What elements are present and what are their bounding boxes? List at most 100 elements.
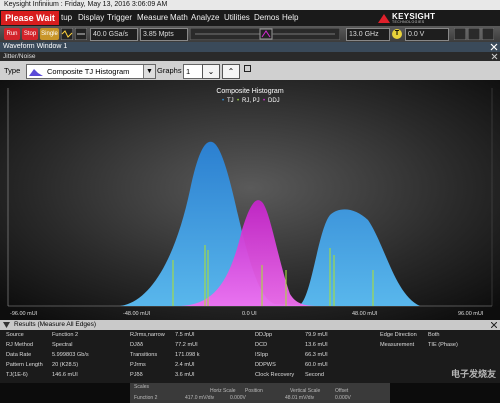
histogram-icon	[29, 69, 43, 76]
stop-button[interactable]: Stop	[22, 28, 38, 40]
scales-header: Vertical Scale	[290, 388, 321, 394]
result-value: 146.6 mUI	[52, 372, 78, 378]
type-select[interactable]: Composite TJ Histogram ▼	[26, 64, 156, 79]
scales-header: Position	[245, 388, 263, 394]
collapse-icon[interactable]	[3, 322, 10, 328]
result-label: DDPWS	[255, 362, 276, 368]
result-label: Edge Direction	[380, 332, 417, 338]
composite-histogram-plot: Composite Histogram • TJ • RJ, PJ • DDJ …	[0, 80, 500, 320]
result-label: DDJpp	[255, 332, 273, 338]
chevron-down-button[interactable]: ⌄	[202, 64, 220, 79]
scales-value: 417.0 mV/div	[185, 395, 215, 401]
waveform-window-title: Waveform Window 1	[3, 43, 68, 50]
scales-row-label: Function 2	[134, 395, 158, 401]
result-value: 2.4 mUI	[175, 362, 195, 368]
result-value: 171.098 k	[175, 352, 200, 358]
result-value: 3.6 mUI	[175, 372, 195, 378]
waveform-icon[interactable]	[61, 28, 73, 40]
graphs-label: Graphs	[157, 66, 182, 75]
result-label: TJ(1E-6)	[6, 372, 28, 378]
legend-ddj-marker: •	[263, 98, 265, 104]
menu-help[interactable]: Help	[282, 10, 298, 26]
x-tick-label: -96.00 mUI	[10, 311, 38, 317]
result-value: 60.0 mUI	[305, 362, 328, 368]
results-table: Source Function 2 RJ Method Spectral Dat…	[0, 330, 500, 383]
menu-measure[interactable]: Measure	[137, 10, 168, 26]
menu-bar: Please Wait tup Display Trigger Measure …	[0, 10, 500, 26]
menu-demos[interactable]: Demos	[254, 10, 279, 26]
menu-display[interactable]: Display	[78, 10, 104, 26]
result-label: PJδδ	[130, 372, 143, 378]
chevron-down-icon: ⌄	[207, 67, 215, 76]
result-label: RJ Method	[6, 342, 34, 348]
scales-value: 48.01 mV/div	[285, 395, 315, 401]
results-header: Results (Measure All Edges)	[0, 320, 500, 330]
x-tick-label: 48.00 mUI	[352, 311, 378, 317]
toolbar: Run Stop Single 40.0 GSa/s 3.85 Mpts 13.…	[0, 26, 500, 42]
jitter-noise-label: Jitter/Noise	[3, 53, 36, 60]
window-controls[interactable]	[454, 28, 494, 40]
legend-ddj: DDJ	[268, 98, 280, 104]
scales-header: Horiz Scale	[210, 388, 236, 394]
result-value: 7.5 mUI	[175, 332, 195, 338]
scales-panel: Scales Horiz Scale Position Vertical Sca…	[130, 383, 390, 403]
x-tick-label: 96.00 mUI	[458, 311, 484, 317]
result-value: 77.2 mUI	[175, 342, 198, 348]
window-title: Keysight Infiniium : Friday, May 13, 201…	[4, 1, 168, 8]
trigger-level-display[interactable]: 0.0 V	[405, 28, 449, 41]
legend-rjpj-marker: •	[237, 98, 239, 104]
menu-math[interactable]: Math	[170, 10, 188, 26]
result-label: Source	[6, 332, 24, 338]
jitter-noise-header: Jitter/Noise	[0, 52, 500, 61]
result-label: Transitions	[130, 352, 158, 358]
result-value: 5.999803 Gb/s	[52, 352, 89, 358]
result-label: Measurement	[380, 342, 415, 348]
result-value: 66.3 mUI	[305, 352, 328, 358]
scales-title: Scales	[134, 384, 150, 390]
memory-depth-display[interactable]: 3.85 Mpts	[140, 28, 188, 41]
close-icon[interactable]	[490, 43, 498, 51]
menu-trigger[interactable]: Trigger	[107, 10, 132, 26]
close-icon[interactable]	[491, 322, 497, 328]
result-label: DJδδ	[130, 342, 144, 348]
result-value: Both	[428, 332, 440, 338]
close-icon[interactable]	[491, 53, 498, 60]
result-label: RJrms,narrow	[130, 332, 165, 338]
graphs-select[interactable]: 1	[183, 64, 203, 79]
run-button[interactable]: Run	[4, 28, 20, 40]
result-value: 13.6 mUI	[305, 342, 328, 348]
menu-setup[interactable]: tup	[61, 10, 72, 26]
scales-header: Offset	[335, 388, 349, 394]
bottom-bar: Scales Horiz Scale Position Vertical Sca…	[0, 383, 500, 403]
please-wait-indicator: Please Wait	[1, 11, 59, 25]
result-value: TIE (Phase)	[428, 342, 458, 348]
x-tick-label: 0.0 UI	[242, 311, 257, 317]
menu-utilities[interactable]: Utilities	[224, 10, 250, 26]
scales-value: 0.000V	[230, 395, 246, 401]
expand-icon[interactable]	[244, 65, 251, 72]
chevron-up-button[interactable]: ⌃	[222, 64, 240, 79]
result-label: DCD	[255, 342, 268, 348]
result-label: Pattern Length	[6, 362, 43, 368]
result-value: 79.9 mUI	[305, 332, 328, 338]
type-select-value: Composite TJ Histogram	[47, 67, 130, 76]
chevron-down-icon[interactable]: ▼	[143, 65, 155, 78]
result-value: 20 (K28.5)	[52, 362, 79, 368]
result-value: Spectral	[52, 342, 73, 348]
bandwidth-display[interactable]: 13.0 GHz	[346, 28, 390, 41]
menu-analyze[interactable]: Analyze	[191, 10, 219, 26]
chart-title: Composite Histogram	[216, 88, 283, 95]
waveform-window-header: Waveform Window 1	[0, 42, 500, 52]
result-value: Function 2	[52, 332, 79, 338]
sample-rate-display[interactable]: 40.0 GSa/s	[90, 28, 138, 41]
timebase-navigator[interactable]	[190, 28, 340, 40]
horizontal-setup-icon[interactable]	[75, 28, 87, 40]
results-title: Results (Measure All Edges)	[14, 321, 97, 328]
brand-sub: TECHNOLOGIES	[392, 20, 425, 24]
scales-value: 0.000V	[335, 395, 351, 401]
window-title-bar: Keysight Infiniium : Friday, May 13, 201…	[0, 0, 500, 10]
trigger-badge[interactable]: T	[392, 29, 402, 39]
graph-type-bar: Type Composite TJ Histogram ▼ Graphs 1 ⌄…	[0, 61, 500, 80]
single-button[interactable]: Single	[40, 28, 59, 40]
result-label: PJrms	[130, 362, 146, 368]
